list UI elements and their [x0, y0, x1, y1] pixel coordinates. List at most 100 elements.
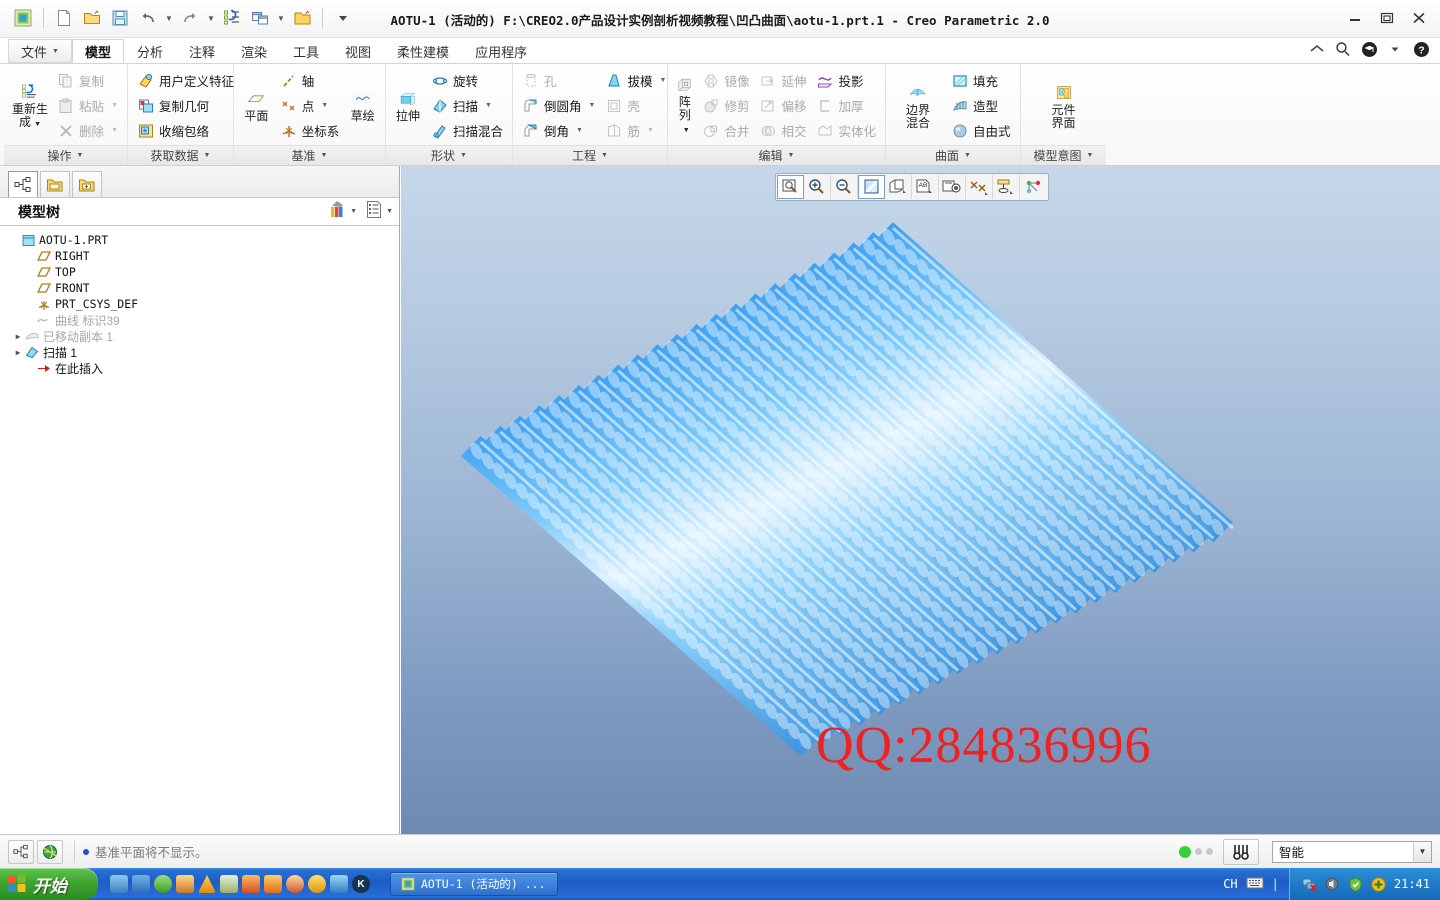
ribbon-group-engineering-label[interactable]: 工程 ▼ — [513, 145, 667, 165]
folder-browser-tab[interactable] — [40, 171, 70, 197]
boundary-blend-button[interactable]: 边界 混合 — [892, 82, 944, 130]
tree-node-insert-here[interactable]: 在此插入 — [8, 360, 399, 376]
annotation-display-icon[interactable]: AB — [912, 175, 939, 199]
tree-node-moved-copy[interactable]: ▶ 已移动副本 1 — [8, 328, 399, 344]
ql-warn-icon[interactable] — [198, 875, 216, 893]
refit-icon[interactable] — [777, 175, 804, 199]
revolve-button[interactable]: 旋转 — [428, 69, 506, 93]
ql-qq-icon[interactable] — [286, 875, 304, 893]
chevron-down-icon[interactable]: ▼ — [34, 121, 41, 128]
zoom-in-icon[interactable] — [804, 175, 831, 199]
chevron-down-icon[interactable]: ▼ — [683, 127, 690, 134]
rib-button[interactable]: 筋 ▼ — [602, 119, 669, 143]
help-icon[interactable]: ? — [1412, 40, 1430, 58]
ribbon-group-shapes-label[interactable]: 形状 ▼ — [386, 145, 512, 165]
mirror-button[interactable]: 镜像 — [699, 69, 752, 93]
chevron-down-icon[interactable]: ▼ — [111, 127, 118, 134]
hole-button[interactable]: 孔 — [519, 69, 598, 93]
taskbar-window-button[interactable]: AOTU-1 (活动的) ... — [390, 872, 558, 896]
saved-view-icon[interactable] — [939, 175, 966, 199]
chevron-down-icon[interactable]: ▼ — [111, 102, 118, 109]
tree-node-part[interactable]: AOTU-1.PRT — [8, 232, 399, 248]
graduation-cap-icon[interactable] — [1360, 40, 1378, 58]
shrinkwrap-button[interactable]: 收缩包络 — [134, 119, 237, 143]
tree-node-right[interactable]: RIGHT — [8, 248, 399, 264]
tree-settings-button[interactable]: ▼ — [365, 200, 393, 223]
chevron-down-icon[interactable]: ▼ — [576, 127, 583, 134]
ribbon-group-surfaces-label[interactable]: 曲面 ▼ — [886, 145, 1020, 165]
search-icon[interactable] — [1334, 40, 1352, 58]
thicken-button[interactable]: 加厚 — [813, 94, 879, 118]
fill-button[interactable]: 填充 — [948, 69, 1014, 93]
chevron-down-icon[interactable]: ▼ — [589, 102, 596, 109]
user-defined-feature-button[interactable]: 用户定义特征 — [134, 69, 237, 93]
selection-filter-dropdown[interactable]: 智能 ▼ — [1272, 840, 1432, 863]
regenerate-button[interactable]: 重新生成 ▼ — [10, 81, 50, 131]
tree-expander-icon[interactable]: ▶ — [12, 348, 24, 357]
keyboard-icon[interactable] — [1246, 876, 1264, 893]
chevron-down-icon[interactable]: ▼ — [647, 127, 654, 134]
ql-app10-icon[interactable] — [308, 875, 326, 893]
ribbon-group-editing-label[interactable]: 编辑 ▼ — [668, 145, 885, 165]
maximize-button[interactable] — [1378, 10, 1396, 26]
delete-button[interactable]: 删除 ▼ — [54, 119, 121, 143]
chevron-down-icon[interactable]: ▼ — [1413, 841, 1431, 862]
close-button[interactable] — [1410, 10, 1428, 26]
draft-button[interactable]: 拔模 ▼ — [602, 69, 669, 93]
ql-shield-icon[interactable] — [154, 875, 172, 893]
ribbon-group-model-intent-label[interactable]: 模型意图 ▼ — [1021, 145, 1106, 165]
help-dropdown-caret-icon[interactable] — [1386, 40, 1404, 58]
ql-kugou-icon[interactable]: K — [352, 875, 370, 893]
tab-applications[interactable]: 应用程序 — [462, 39, 540, 63]
copy-button[interactable]: 复制 — [54, 69, 121, 93]
tree-node-front[interactable]: FRONT — [8, 280, 399, 296]
graphics-viewport[interactable]: AB QQ:284836996 — [401, 166, 1440, 834]
datum-point-button[interactable]: 点 ▼ — [277, 94, 343, 118]
favorites-tab[interactable] — [72, 171, 102, 197]
tab-model[interactable]: 模型 — [71, 39, 124, 63]
tree-expander-icon[interactable]: ▶ — [12, 332, 24, 341]
tree-node-top[interactable]: TOP — [8, 264, 399, 280]
tab-analysis[interactable]: 分析 — [124, 39, 176, 63]
spin-center-icon[interactable] — [1020, 175, 1047, 199]
tree-filter-button[interactable]: ▼ — [327, 199, 357, 224]
tab-view[interactable]: 视图 — [332, 39, 384, 63]
minimize-button[interactable] — [1346, 10, 1364, 26]
collapse-ribbon-icon[interactable] — [1308, 40, 1326, 58]
shell-button[interactable]: 壳 — [602, 94, 669, 118]
update-icon[interactable] — [1371, 876, 1387, 892]
coordinate-system-button[interactable]: 坐标系 — [277, 119, 343, 143]
volume-icon[interactable] — [1325, 876, 1341, 892]
ql-app4-icon[interactable] — [176, 875, 194, 893]
ribbon-group-datum-label[interactable]: 基准 ▼ — [234, 145, 385, 165]
ql-app8-icon[interactable] — [264, 875, 282, 893]
paste-button[interactable]: 粘贴 ▼ — [54, 94, 121, 118]
freestyle-button[interactable]: 自由式 — [948, 119, 1014, 143]
tree-node-curve[interactable]: 曲线 标识39 — [8, 312, 399, 328]
chevron-down-icon[interactable]: ▼ — [485, 102, 492, 109]
model-tree-tab[interactable] — [8, 171, 38, 197]
tab-flexible-modeling[interactable]: 柔性建模 — [384, 39, 462, 63]
display-style-icon[interactable] — [885, 175, 912, 199]
component-interface-button[interactable]: 元件 界面 — [1038, 82, 1090, 130]
security-shield-icon[interactable] — [1348, 876, 1364, 892]
datum-plane-button[interactable]: 平面 — [240, 88, 273, 123]
swept-blend-button[interactable]: 扫描混合 — [428, 119, 506, 143]
chevron-down-icon[interactable]: ▼ — [321, 102, 328, 109]
pattern-button[interactable]: 阵列 ▼ — [674, 74, 695, 137]
sweep-button[interactable]: 扫描 ▼ — [428, 94, 506, 118]
style-button[interactable]: 造型 — [948, 94, 1014, 118]
language-indicator-group[interactable]: CH | — [1213, 876, 1289, 893]
tree-node-csys[interactable]: PRT_CSYS_DEF — [8, 296, 399, 312]
intersect-button[interactable]: 相交 — [756, 119, 809, 143]
tab-render[interactable]: 渲染 — [228, 39, 280, 63]
ql-leaf-icon[interactable] — [220, 875, 238, 893]
repaint-icon[interactable] — [858, 175, 885, 199]
datum-axis-button[interactable]: 轴 — [277, 69, 343, 93]
network-disconnected-icon[interactable] — [1302, 876, 1318, 892]
zoom-out-icon[interactable] — [831, 175, 858, 199]
sketch-button[interactable]: 草绘 — [346, 88, 379, 123]
extend-button[interactable]: 延伸 — [756, 69, 809, 93]
merge-button[interactable]: 合并 — [699, 119, 752, 143]
datum-display-icon[interactable] — [966, 175, 993, 199]
